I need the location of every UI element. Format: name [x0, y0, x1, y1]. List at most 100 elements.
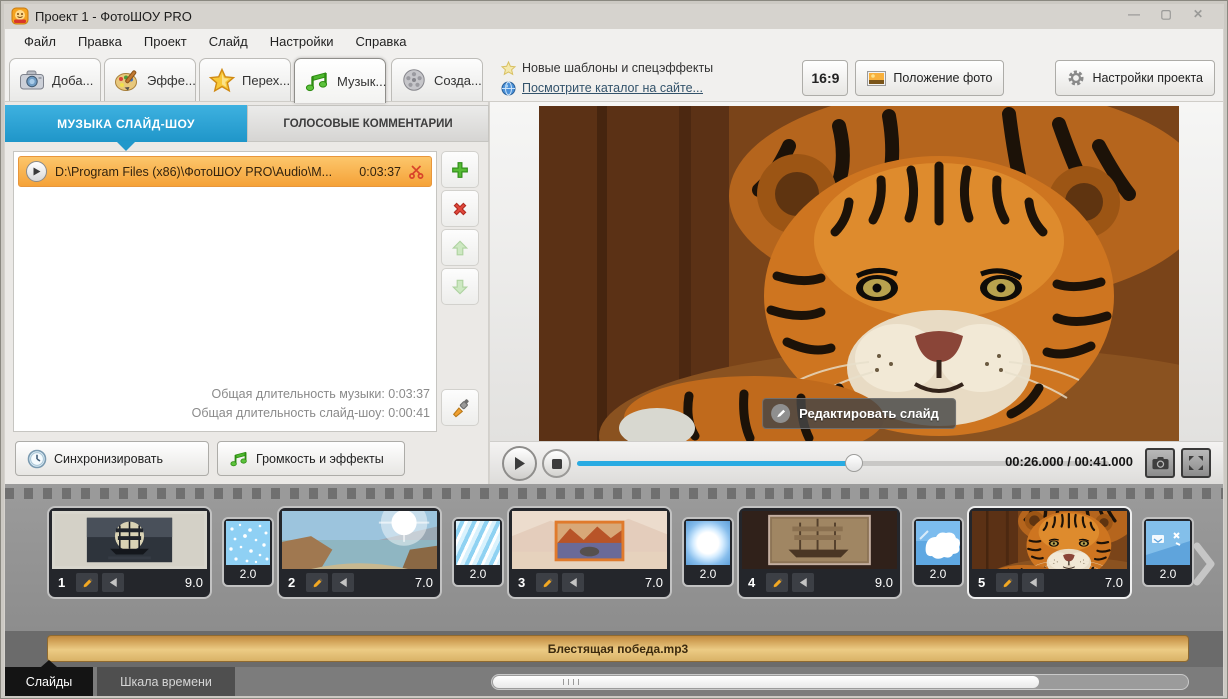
timeline-strip: 1 9.0 2.0 2 7.0 2.0	[5, 484, 1223, 631]
slide-sound-button[interactable]	[562, 573, 584, 592]
film-sprockets	[5, 488, 1223, 499]
audio-clip[interactable]: Блестящая победа.mp3	[47, 635, 1189, 662]
play-icon	[32, 167, 41, 176]
total-slideshow-duration: Общая длительность слайд-шоу: 0:00:41	[192, 404, 430, 423]
transition-3[interactable]: 2.0	[682, 517, 734, 587]
gear-icon	[1067, 69, 1085, 87]
slide-sound-button[interactable]	[1022, 573, 1044, 592]
time-display: 00:26.000 / 00:41.000	[1005, 454, 1133, 469]
tab-create[interactable]: Созда...	[391, 58, 483, 101]
tab-label: Эффе...	[147, 73, 196, 88]
tab-slides-view[interactable]: Слайды	[5, 667, 93, 696]
timeline-scrollbar[interactable]	[491, 674, 1189, 690]
star-outline-icon	[501, 61, 516, 76]
tab-transitions[interactable]: Перех...	[199, 58, 291, 101]
slide-5[interactable]: 5 7.0	[967, 506, 1132, 599]
tab-music[interactable]: Музык...	[294, 58, 386, 103]
fullscreen-icon	[1188, 455, 1204, 471]
music-track-list[interactable]: D:\Program Files (x86)\ФотоШОУ PRO\Audio…	[13, 151, 437, 432]
player-controls: 00:26.000 / 00:41.000	[490, 441, 1223, 484]
slide-edit-button[interactable]	[536, 573, 558, 592]
tab-time-scale-view[interactable]: Шкала времени	[97, 667, 235, 696]
slide-2[interactable]: 2 7.0	[277, 506, 442, 599]
project-settings-button[interactable]: Настройки проекта	[1055, 60, 1215, 96]
menu-project[interactable]: Проект	[133, 31, 198, 52]
stop-button[interactable]	[542, 449, 571, 478]
tab-label: Доба...	[52, 73, 93, 88]
clear-list-button[interactable]	[441, 389, 479, 426]
clock-icon	[27, 449, 47, 469]
audio-track-row: Блестящая победа.mp3	[5, 631, 1223, 667]
menu-edit[interactable]: Правка	[67, 31, 133, 52]
menu-help[interactable]: Справка	[345, 31, 418, 52]
music-track-item[interactable]: D:\Program Files (x86)\ФотоШОУ PRO\Audio…	[18, 156, 432, 187]
music-note-icon	[304, 69, 330, 93]
move-up-button[interactable]	[441, 229, 479, 266]
pencil-icon	[770, 576, 784, 590]
play-button[interactable]	[502, 446, 537, 481]
menu-bar: Файл Правка Проект Слайд Настройки Справ…	[5, 29, 1223, 54]
transition-1[interactable]: 2.0	[222, 517, 274, 587]
tab-add-photos[interactable]: Доба...	[9, 58, 101, 101]
edit-slide-button[interactable]: Редактировать слайд	[762, 398, 956, 429]
menu-slide[interactable]: Слайд	[198, 31, 259, 52]
transition-4[interactable]: 2.0	[912, 517, 964, 587]
slide-3[interactable]: 3 7.0	[507, 506, 672, 599]
menu-file[interactable]: Файл	[13, 31, 67, 52]
slide-1[interactable]: 1 9.0	[47, 506, 212, 599]
slide-number: 2	[288, 575, 302, 590]
transition-2-thumbnail	[456, 521, 500, 565]
photo-position-button[interactable]: Положение фото	[855, 60, 1004, 96]
synchronize-button[interactable]: Синхронизировать	[15, 441, 209, 476]
volume-effects-button[interactable]: Громкость и эффекты	[217, 441, 405, 476]
timeline-scroll-right-button[interactable]	[1193, 542, 1215, 591]
app-logo-icon	[11, 7, 29, 25]
catalog-link[interactable]: Посмотрите каталог на сайте...	[522, 81, 703, 95]
slide-edit-button[interactable]	[306, 573, 328, 592]
minimize-button[interactable]: —	[1123, 7, 1145, 22]
palette-icon	[114, 68, 140, 92]
slide-number: 1	[58, 575, 72, 590]
stop-icon	[552, 459, 562, 469]
slide-4[interactable]: 4 9.0	[737, 506, 902, 599]
preview-image: Редактировать слайд	[539, 106, 1179, 441]
transition-2[interactable]: 2.0	[452, 517, 504, 587]
slide-sound-button[interactable]	[102, 573, 124, 592]
slide-edit-button[interactable]	[76, 573, 98, 592]
window-title: Проект 1 - ФотоШОУ PRO	[35, 9, 192, 24]
seek-handle[interactable]	[845, 454, 863, 472]
close-button[interactable]: ✕	[1187, 7, 1209, 22]
transition-4-thumbnail	[916, 521, 960, 565]
pencil-icon	[1000, 576, 1014, 590]
tab-label: Созда...	[434, 73, 482, 88]
fullscreen-button[interactable]	[1181, 448, 1211, 478]
slide-edit-button[interactable]	[996, 573, 1018, 592]
snapshot-button[interactable]	[1145, 448, 1175, 478]
transition-duration: 2.0	[916, 565, 960, 583]
tab-slideshow-music[interactable]: МУЗЫКА СЛАЙД-ШОУ	[5, 105, 247, 142]
slide-edit-button[interactable]	[766, 573, 788, 592]
track-play-button[interactable]	[26, 161, 47, 182]
aspect-ratio-button[interactable]: 16:9	[802, 60, 848, 96]
tab-voice-comments[interactable]: ГОЛОСОВЫЕ КОММЕНТАРИИ	[247, 105, 489, 142]
project-settings-label: Настройки проекта	[1092, 71, 1203, 85]
maximize-button[interactable]: ▢	[1155, 7, 1177, 22]
tab-label: Музык...	[337, 74, 386, 89]
photo-position-label: Положение фото	[893, 71, 992, 85]
transition-5[interactable]: 2.0	[1142, 517, 1194, 587]
tab-label: Перех...	[242, 73, 290, 88]
app-window: Проект 1 - ФотоШОУ PRO — ▢ ✕ Файл Правка…	[0, 0, 1228, 699]
tab-effects[interactable]: Эффе...	[104, 58, 196, 101]
timeline-scrollbar-thumb[interactable]	[493, 676, 1039, 688]
scissors-icon[interactable]	[409, 164, 424, 179]
arrow-down-icon	[451, 278, 469, 296]
menu-settings[interactable]: Настройки	[259, 31, 345, 52]
delete-track-button[interactable]	[441, 190, 479, 227]
synchronize-label: Синхронизировать	[54, 452, 163, 466]
move-down-button[interactable]	[441, 268, 479, 305]
aspect-ratio-label: 16:9	[811, 70, 839, 86]
slide-sound-button[interactable]	[332, 573, 354, 592]
slide-sound-button[interactable]	[792, 573, 814, 592]
slide-number: 4	[748, 575, 762, 590]
add-track-button[interactable]	[441, 151, 479, 188]
